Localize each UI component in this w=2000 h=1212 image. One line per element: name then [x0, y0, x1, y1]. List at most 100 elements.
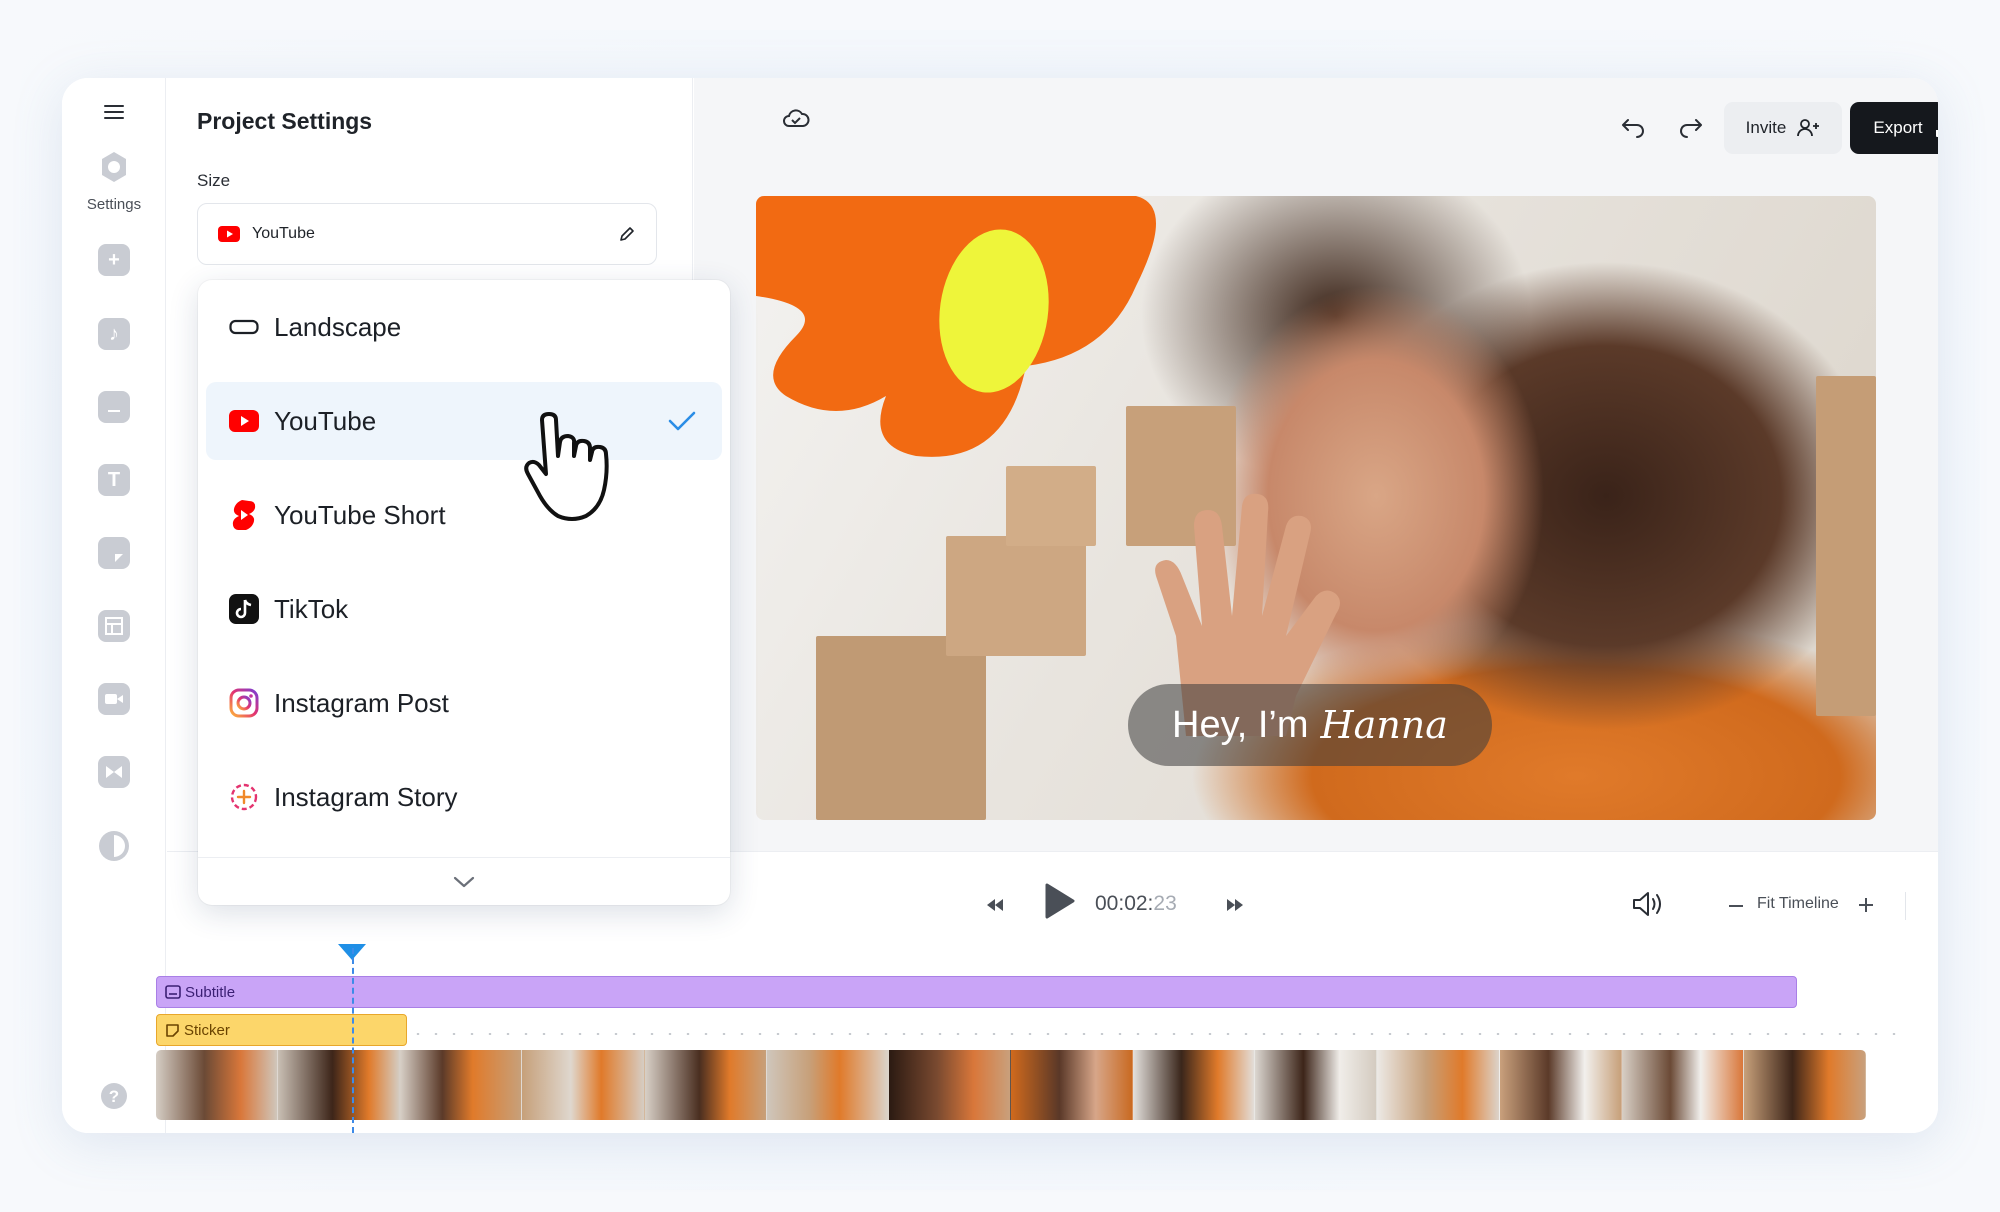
dropdown-item-tiktok[interactable]: TikTok [206, 570, 722, 648]
divider [1905, 892, 1906, 920]
dropdown-item-landscape[interactable]: Landscape [206, 288, 722, 366]
video-thumbnail [644, 1050, 767, 1120]
caption-overlay[interactable]: Hey, I’m Hanna [1128, 684, 1492, 766]
landscape-icon [228, 311, 260, 343]
video-thumbnail [888, 1050, 1011, 1120]
sidebar-item-filters[interactable] [62, 829, 166, 863]
sidebar-item-subtitles[interactable] [62, 391, 166, 423]
contrast-icon [99, 831, 129, 861]
timeline-ruler [247, 1033, 1907, 1035]
sidebar-item-audio[interactable]: ♪ [62, 318, 166, 350]
gear-icon [102, 152, 126, 182]
fast-forward-icon[interactable] [1225, 897, 1245, 913]
sidebar-item-elements[interactable] [62, 537, 166, 569]
cloud-sync-icon[interactable] [782, 108, 810, 130]
sidebar-item-transitions[interactable] [62, 756, 166, 788]
sidebar-item-label: Settings [86, 196, 142, 213]
undo-icon[interactable] [1620, 116, 1646, 138]
video-thumbnail [1377, 1050, 1500, 1120]
redo-icon[interactable] [1678, 116, 1704, 138]
video-thumbnail [1499, 1050, 1622, 1120]
volume-icon[interactable] [1631, 890, 1665, 918]
video-thumbnail [1621, 1050, 1744, 1120]
svg-text:?: ? [109, 1087, 119, 1106]
instagram-story-icon [228, 781, 260, 813]
dropdown-item-label: Instagram Story [274, 781, 458, 812]
video-thumbnail [522, 1050, 645, 1120]
dropdown-item-label: Instagram Post [274, 687, 449, 718]
left-rail: Settings + ♪ T ? [62, 78, 166, 1133]
pencil-icon[interactable] [618, 225, 636, 243]
cardboard-box [1816, 376, 1876, 716]
zoom-in-icon[interactable] [1859, 898, 1873, 912]
chevron-down-icon [453, 876, 475, 887]
dropdown-item-label: YouTube [274, 405, 377, 436]
cardboard-box [816, 636, 986, 820]
subtitles-icon [165, 985, 181, 999]
help-button[interactable]: ? [62, 1083, 166, 1109]
fit-timeline-button[interactable]: Fit Timeline [1757, 895, 1839, 913]
subtitle-track-label: Subtitle [185, 983, 236, 1001]
video-thumbnail [156, 1050, 279, 1120]
subtitles-icon [98, 391, 130, 423]
video-thumbnail [1255, 1050, 1378, 1120]
panel-title: Project Settings [197, 108, 373, 134]
dropdown-item-label: Landscape [274, 311, 402, 342]
add-user-icon [1797, 119, 1820, 137]
waveform-icon[interactable] [1937, 894, 1938, 918]
upload-icon [1935, 130, 1938, 137]
video-preview[interactable]: Hey, I’m Hanna [756, 196, 1876, 820]
caption-text: Hey, I’m [1172, 703, 1309, 746]
dropdown-item-label: TikTok [274, 593, 349, 624]
export-button[interactable]: Export [1850, 102, 1938, 154]
sidebar-item-settings[interactable]: Settings [62, 150, 166, 213]
sidebar-item-text[interactable]: T [62, 464, 166, 496]
instagram-icon [228, 687, 260, 719]
invite-button[interactable]: Invite [1724, 102, 1842, 154]
dropdown-item-instagram-post[interactable]: Instagram Post [206, 664, 722, 742]
flower-sticker[interactable] [756, 196, 1256, 536]
youtube-shorts-icon [228, 499, 260, 531]
hamburger-icon [104, 105, 124, 119]
size-select[interactable]: YouTube [197, 203, 657, 265]
sticker-track-label: Sticker [184, 1021, 230, 1039]
video-thumbnail [766, 1050, 889, 1120]
timecode-main: 00:02: [1095, 892, 1154, 915]
sticker-track[interactable]: Sticker [156, 1014, 407, 1046]
menu-button[interactable] [62, 104, 166, 120]
layout-icon [98, 610, 130, 642]
question-icon: ? [101, 1083, 127, 1109]
export-label: Export [1873, 118, 1923, 137]
sticker-icon [166, 1023, 179, 1037]
video-thumbnail [1010, 1050, 1134, 1120]
dropdown-item-instagram-story[interactable]: Instagram Story [206, 758, 722, 836]
dropdown-item-label: YouTube Short [274, 499, 446, 530]
timecode-frames: 23 [1153, 892, 1177, 915]
size-dropdown-menu: Landscape YouTube YouTube Short TikTok I… [198, 280, 730, 905]
main-canvas: Invite Export Hey, I’m Hanna [694, 78, 1938, 851]
video-thumbnail [1133, 1050, 1256, 1120]
video-thumbnail [1743, 1050, 1866, 1120]
plus-icon: + [98, 244, 130, 276]
camera-icon [98, 683, 130, 715]
hand-cursor-icon [524, 412, 609, 521]
youtube-icon [218, 226, 240, 242]
sidebar-item-templates[interactable] [62, 610, 166, 642]
sidebar-item-add[interactable]: + [62, 244, 166, 276]
dropdown-item-youtube-short[interactable]: YouTube Short [206, 476, 722, 554]
zoom-out-icon[interactable] [1729, 904, 1743, 908]
play-icon[interactable] [1044, 882, 1076, 920]
dropdown-scroll-more[interactable] [198, 857, 730, 905]
playhead-line[interactable] [352, 948, 354, 1133]
video-track[interactable] [156, 1050, 1866, 1120]
sticker-icon [98, 537, 130, 569]
video-thumbnail [400, 1050, 523, 1120]
tiktok-icon [228, 593, 260, 625]
invite-label: Invite [1745, 118, 1787, 137]
dropdown-item-youtube[interactable]: YouTube [206, 382, 722, 460]
caption-name: Hanna [1320, 703, 1448, 747]
subtitle-track[interactable]: Subtitle [156, 976, 1797, 1008]
text-icon: T [98, 464, 130, 496]
sidebar-item-record[interactable] [62, 683, 166, 715]
rewind-icon[interactable] [985, 897, 1005, 913]
